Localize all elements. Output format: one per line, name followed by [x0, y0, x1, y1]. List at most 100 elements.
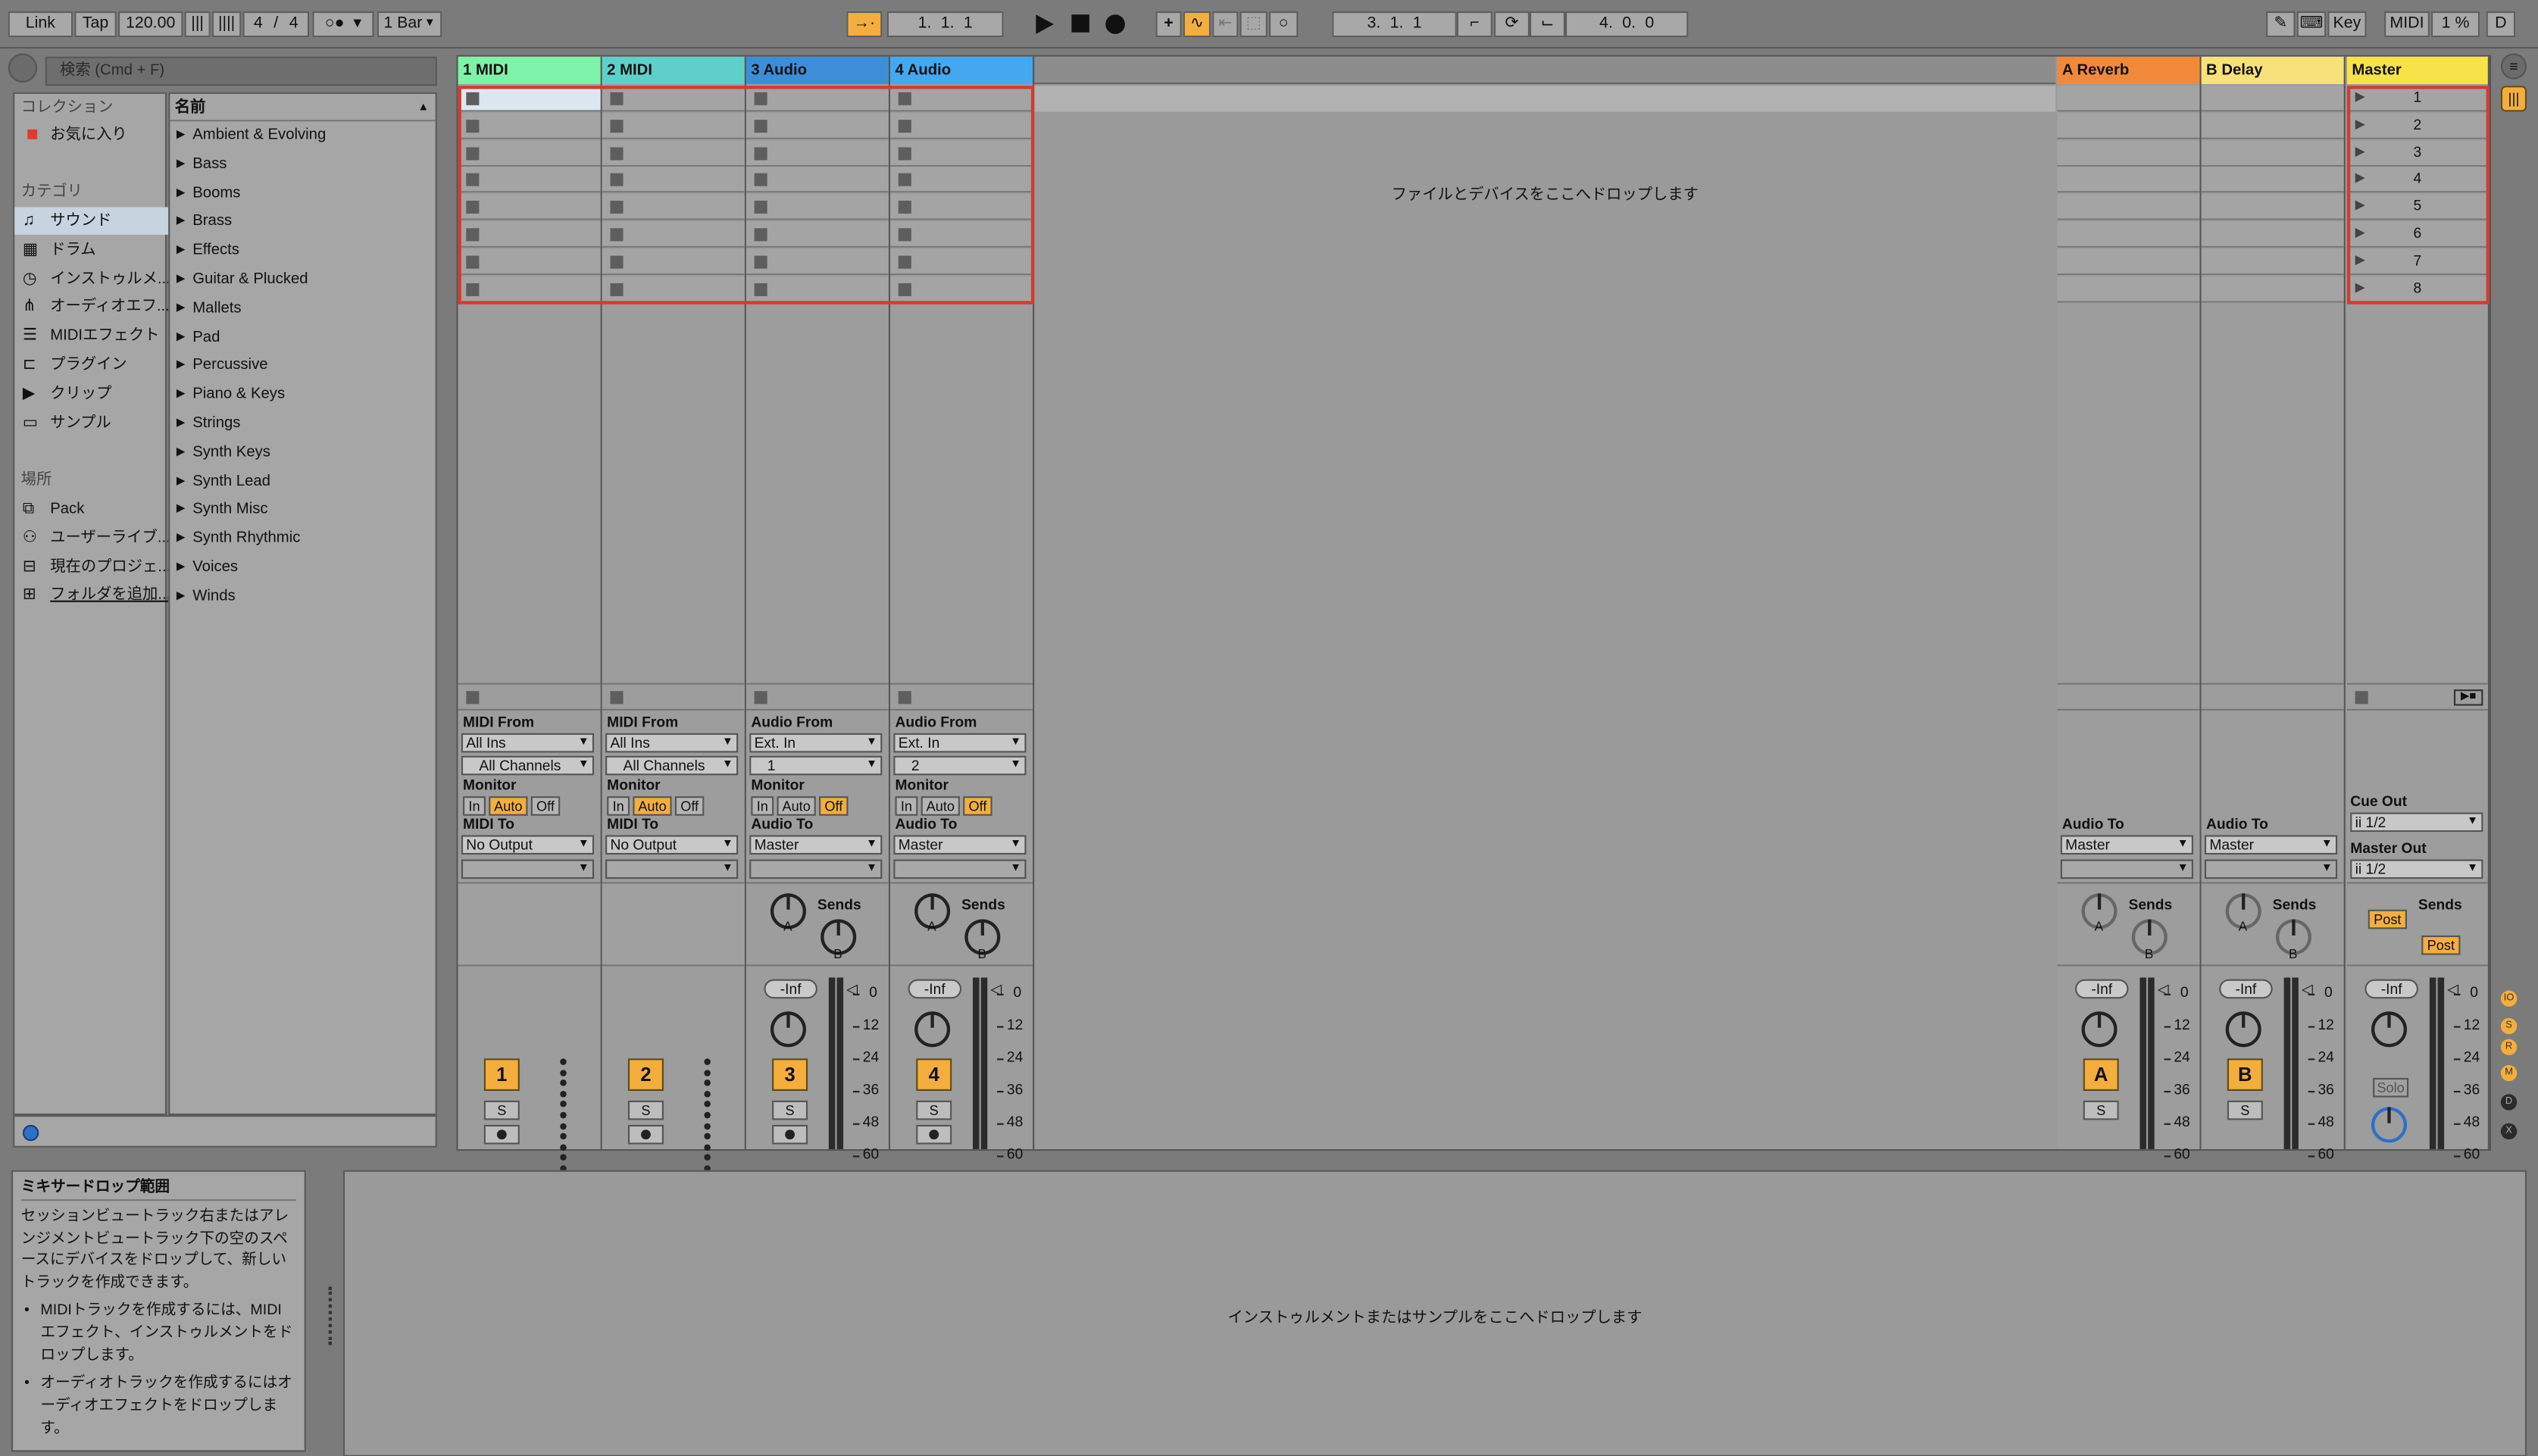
browser-item[interactable]: ▶ Ambient & Evolving [170, 121, 326, 148]
clip-stop-icon[interactable] [898, 119, 911, 133]
clip-stop-icon[interactable] [610, 146, 624, 160]
follow-button[interactable]: →· [846, 11, 883, 38]
return-activator-button[interactable]: B [2227, 1058, 2263, 1092]
monitor-off-button[interactable]: Off [819, 796, 849, 816]
browser-search-input[interactable]: 検索 (Cmd + F) [45, 56, 437, 86]
solo-button[interactable]: S [772, 1100, 808, 1120]
place-item[interactable]: ⊟ 現在のプロジェ... [14, 553, 168, 580]
browser-item[interactable]: ▶ Bass [170, 150, 227, 177]
tempo-field[interactable]: 120.00 [117, 11, 183, 38]
key-map-button[interactable]: Key [2327, 11, 2367, 38]
clip-slot[interactable] [2057, 86, 2200, 112]
section-toggle-button[interactable]: S [2500, 1017, 2518, 1035]
clip-slot[interactable] [458, 113, 601, 139]
clip-slot[interactable] [2201, 113, 2344, 139]
clip-slot[interactable] [602, 167, 745, 194]
stop-all-clips-icon[interactable] [610, 691, 624, 705]
browser-item[interactable]: ▶ Synth Lead [170, 467, 270, 495]
master-solo-button[interactable]: Solo [2373, 1077, 2409, 1098]
clip-slot[interactable] [2057, 221, 2200, 248]
browser-item[interactable]: ▶ Guitar & Plucked [170, 265, 308, 292]
output-channel-select[interactable] [461, 859, 595, 880]
place-item[interactable]: ⊞ フォルダを追加... [14, 582, 168, 609]
master-pan-knob[interactable] [2371, 1011, 2407, 1048]
monitor-in-button[interactable]: In [895, 796, 918, 816]
detail-splitter-handle[interactable] [328, 1286, 333, 1345]
return-activator-button[interactable]: A [2083, 1058, 2119, 1092]
clip-stop-icon[interactable] [610, 201, 624, 214]
category-item[interactable]: ▭ サンプル [14, 409, 168, 436]
drop-area[interactable] [1034, 84, 2056, 1149]
arm-button[interactable] [627, 1124, 664, 1145]
solo-button[interactable]: S [483, 1100, 520, 1120]
hide-sends-icon[interactable]: ≡ [2500, 53, 2527, 80]
link-button[interactable]: Link [8, 11, 73, 38]
track-header[interactable]: 4 Audio [890, 56, 1035, 85]
section-toggle-button[interactable]: D [2500, 1094, 2518, 1111]
clip-stop-icon[interactable] [466, 228, 480, 242]
browser-item[interactable]: ▶ Synth Misc [170, 496, 268, 523]
category-item[interactable]: ◷ インストゥルメ... [14, 265, 168, 292]
clip-stop-icon[interactable] [898, 173, 911, 187]
clip-slot[interactable] [602, 276, 745, 302]
monitor-auto-button[interactable]: Auto [489, 796, 528, 816]
cue-volume-knob[interactable] [2371, 1107, 2407, 1143]
category-item[interactable]: ☰ MIDIエフェクト [14, 323, 168, 350]
clip-stop-icon[interactable] [754, 119, 767, 133]
clip-stop-icon[interactable] [610, 92, 624, 105]
volume-fader-arrow-icon[interactable]: ◁ [2447, 981, 2458, 999]
send-b-post-button[interactable]: Post [2421, 935, 2461, 955]
volume-display[interactable]: -Inf [764, 979, 817, 999]
clip-slot[interactable] [890, 113, 1033, 139]
clip-slot[interactable] [2201, 221, 2344, 248]
clip-slot[interactable] [890, 248, 1033, 275]
place-item[interactable]: ⚇ ユーザーライブ... [14, 524, 168, 551]
track-header[interactable]: 2 MIDI [602, 56, 746, 85]
monitor-in-button[interactable]: In [607, 796, 630, 816]
input-type-select[interactable]: Ext. In [749, 733, 883, 753]
place-item[interactable]: ⧉ Pack [14, 495, 168, 523]
clip-slot[interactable] [458, 86, 601, 112]
monitor-off-button[interactable]: Off [963, 796, 992, 816]
volume-fader-arrow-icon[interactable]: ◁ [2158, 981, 2169, 999]
browser-item[interactable]: ▶ Synth Rhythmic [170, 525, 301, 552]
clip-stop-icon[interactable] [898, 92, 911, 105]
input-channel-select[interactable]: 1 [749, 755, 883, 776]
draw-mode-icon[interactable]: ✎ [2266, 11, 2296, 38]
scene-slot[interactable]: ▶ 2 [2346, 113, 2488, 139]
clip-stop-icon[interactable] [754, 173, 767, 187]
browser-item[interactable]: ▶ Effects [170, 236, 239, 264]
clip-stop-icon[interactable] [754, 92, 767, 105]
category-item[interactable]: ⊏ プラグイン [14, 352, 168, 379]
clip-slot[interactable] [890, 86, 1033, 112]
browser-item[interactable]: ▶ Pad [170, 323, 220, 350]
clip-stop-icon[interactable] [610, 255, 624, 269]
volume-fader-arrow-icon[interactable]: ◁ [991, 981, 1002, 999]
clip-slot[interactable] [745, 167, 889, 194]
section-toggle-button[interactable]: X [2500, 1123, 2518, 1140]
clip-slot[interactable] [745, 194, 889, 220]
output-channel-select[interactable] [2204, 859, 2338, 880]
scene-slot[interactable]: ▶ 1 [2346, 86, 2488, 112]
solo-button[interactable]: S [627, 1100, 664, 1120]
solo-button[interactable]: S [2227, 1100, 2263, 1120]
output-type-select[interactable]: No Output [461, 835, 595, 855]
input-type-select[interactable]: Ext. In [893, 733, 1027, 753]
section-toggle-button[interactable]: M [2500, 1064, 2518, 1082]
metronome-button[interactable]: ○● ▾ [312, 11, 374, 38]
stop-all-clips-icon[interactable] [898, 691, 911, 705]
clip-slot[interactable] [2201, 167, 2344, 194]
name-column-header[interactable]: 名前 ▲ [170, 94, 436, 122]
clip-slot[interactable] [890, 276, 1033, 302]
clip-slot[interactable] [458, 140, 601, 167]
browser-item[interactable]: ▶ Brass [170, 208, 232, 235]
output-type-select[interactable]: Master [2204, 835, 2338, 855]
track-header[interactable]: 1 MIDI [458, 56, 602, 85]
scene-slot[interactable]: ▶ 7 [2346, 248, 2488, 275]
keyboard-icon[interactable]: ⌨ [2296, 11, 2327, 38]
clip-slot[interactable] [2201, 140, 2344, 167]
quantize-select[interactable]: 1 Bar ▼ [377, 11, 442, 38]
arm-button[interactable] [772, 1124, 808, 1145]
clip-stop-icon[interactable] [754, 201, 767, 214]
clip-slot[interactable] [2057, 140, 2200, 167]
